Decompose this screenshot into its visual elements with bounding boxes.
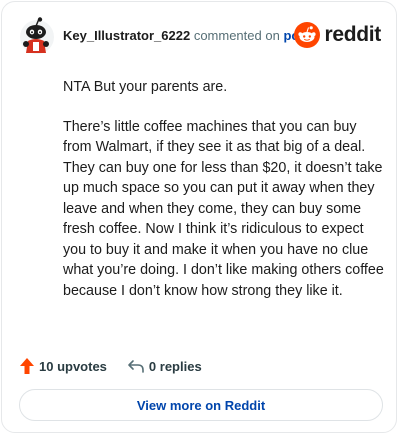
comment-body: NTA But your parents are. There’s little…	[63, 77, 385, 320]
comment-actions: 10 upvotes 0 replies	[19, 356, 202, 376]
reddit-logo[interactable]: reddit	[294, 21, 381, 49]
comment-paragraph: NTA But your parents are.	[63, 79, 228, 95]
reply-arrow-icon	[128, 360, 144, 373]
view-more-button[interactable]: View more on Reddit	[19, 389, 383, 421]
author-line: Key_Illustrator_6222 commented on post	[63, 28, 311, 44]
comment-action-text: commented on	[193, 28, 280, 43]
author-name[interactable]: Key_Illustrator_6222	[63, 28, 190, 43]
upvote-button[interactable]: 10 upvotes	[19, 357, 107, 375]
reply-count: 0 replies	[148, 358, 202, 374]
upvote-arrow-icon	[20, 358, 34, 374]
reddit-snoo-icon	[294, 22, 321, 48]
avatar[interactable]	[19, 17, 55, 55]
snoo-avatar-icon	[20, 17, 54, 54]
comment-embed-card: Key_Illustrator_6222 commented on post r…	[1, 1, 397, 433]
upvote-count: 10 upvotes	[39, 358, 107, 374]
comment-paragraph: There’s little coffee machines that you …	[63, 118, 384, 299]
comment-header: Key_Illustrator_6222 commented on post r…	[19, 16, 382, 56]
reddit-wordmark: reddit	[324, 23, 381, 46]
reply-button[interactable]: 0 replies	[127, 358, 202, 374]
